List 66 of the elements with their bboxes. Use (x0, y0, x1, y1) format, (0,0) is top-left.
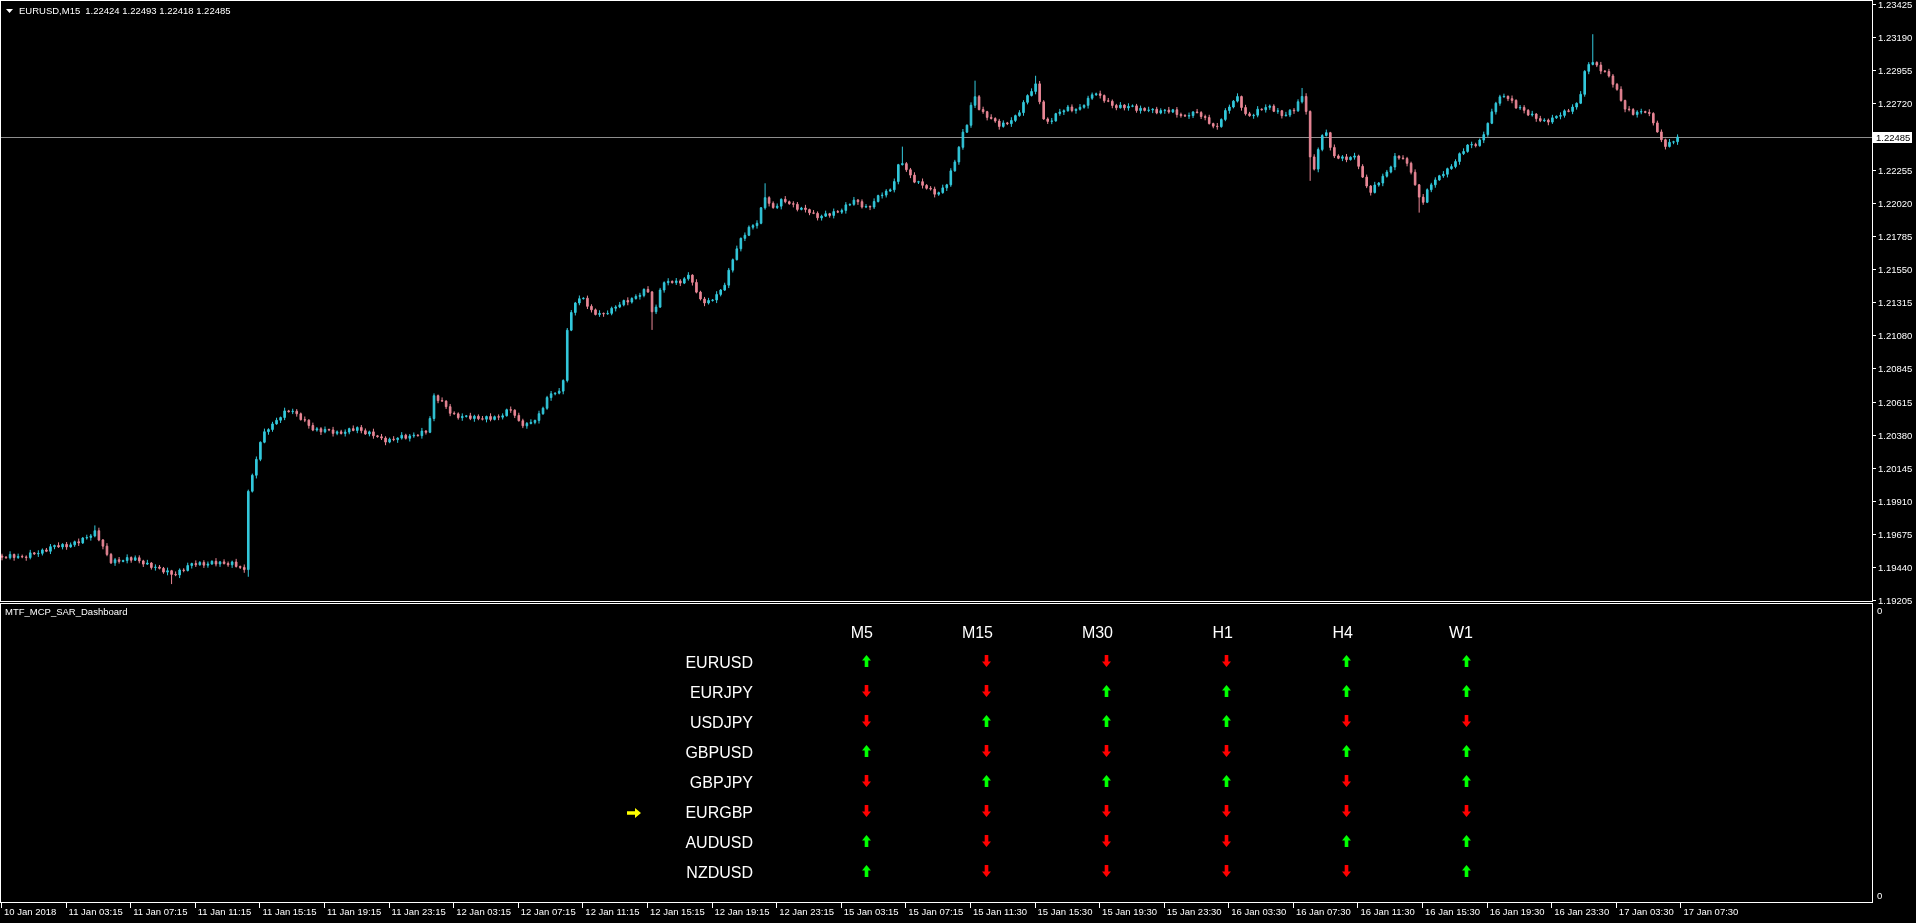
time-axis-label: 11 Jan 19:15 (326, 906, 382, 917)
time-axis-label: 17 Jan 03:30 (1618, 906, 1674, 917)
time-axis-label: 17 Jan 07:30 (1683, 906, 1739, 917)
price-axis-label: 1.20845 (1878, 363, 1913, 375)
current-price-label: 1.22485 (1873, 131, 1913, 143)
symbol-label: EURGBP (685, 804, 753, 822)
price-axis-label: 1.20380 (1878, 429, 1913, 441)
time-axis-label: 11 Jan 11:15 (197, 906, 252, 917)
price-axis-label: 1.22720 (1878, 98, 1913, 110)
price-axis-label: 1.22255 (1878, 164, 1913, 176)
caret-icon[interactable] (6, 8, 13, 13)
indicator-title: MTF_MCP_SAR_Dashboard (4, 606, 128, 618)
symbol-label: NZDUSD (686, 864, 753, 882)
timeframe-header: H4 (1332, 624, 1353, 642)
time-axis-label: 15 Jan 23:30 (1166, 906, 1222, 917)
time-axis-label: 15 Jan 07:15 (908, 906, 964, 917)
price-axis-label: 1.20615 (1878, 396, 1913, 408)
time-axis-label: 16 Jan 03:30 (1231, 906, 1287, 917)
time-axis-label: 16 Jan 11:30 (1360, 906, 1415, 917)
price-axis-label: 1.21315 (1878, 297, 1913, 309)
time-axis-label: 10 Jan 2018 (4, 906, 57, 917)
time-axis-label: 12 Jan 11:15 (585, 906, 640, 917)
time-axis-label: 12 Jan 23:15 (779, 906, 835, 917)
time-axis-label: 11 Jan 23:15 (391, 906, 446, 917)
price-axis-label: 1.20145 (1878, 462, 1913, 474)
price-axis-label: 1.22020 (1878, 197, 1913, 209)
time-axis-label: 12 Jan 15:15 (649, 906, 705, 917)
indicator-axis-label: 0 (1877, 605, 1883, 616)
time-axis-label: 15 Jan 15:30 (1037, 906, 1093, 917)
price-axis-label: 1.23425 (1878, 0, 1913, 10)
timeframe-header: M30 (1081, 624, 1113, 642)
timeframe-header: M5 (850, 624, 873, 642)
price-axis-label: 1.19910 (1878, 495, 1913, 507)
timeframe-header: M15 (961, 624, 993, 642)
time-axis-label: 16 Jan 19:30 (1489, 906, 1545, 917)
time-axis-label: 12 Jan 19:15 (714, 906, 770, 917)
time-axis-label: 16 Jan 15:30 (1425, 906, 1480, 917)
symbol-label: GBPUSD (685, 744, 753, 762)
price-axis-label: 1.23190 (1878, 32, 1913, 44)
time-axis-label: 15 Jan 19:30 (1102, 906, 1158, 917)
price-axis-label: 1.21080 (1878, 330, 1913, 342)
price-axis-label: 1.19675 (1878, 529, 1913, 540)
price-axis-label: 1.19440 (1878, 562, 1913, 574)
symbol-label: GBPJPY (689, 774, 753, 792)
time-axis-label: 15 Jan 11:30 (972, 906, 1028, 917)
symbol-label: EURUSD (685, 654, 753, 672)
time-axis-label: 11 Jan 15:15 (262, 906, 317, 917)
time-axis-label: 12 Jan 03:15 (456, 906, 512, 917)
time-axis-label: 15 Jan 03:15 (843, 906, 899, 917)
symbol-label: USDJPY (689, 714, 753, 732)
time-axis-label: 11 Jan 07:15 (133, 906, 188, 917)
price-axis-label: 1.21785 (1878, 230, 1913, 242)
price-axis-label: 1.22955 (1878, 65, 1913, 77)
symbol-label: EURJPY (689, 684, 753, 702)
time-axis-label: 11 Jan 03:15 (68, 906, 123, 917)
time-axis-label: 16 Jan 07:30 (1295, 906, 1351, 917)
timeframe-header: W1 (1449, 624, 1473, 642)
price-axis-label: 1.19205 (1878, 595, 1913, 607)
timeframe-header: H1 (1212, 624, 1233, 642)
chart-quote: 1.22424 1.22493 1.22418 1.22485 (85, 5, 231, 16)
price-axis-label: 1.21550 (1878, 264, 1913, 275)
time-axis-label: 12 Jan 07:15 (520, 906, 576, 917)
indicator-axis-label: 0 (1877, 890, 1883, 901)
chart-symbol: EURUSD,M15 (19, 5, 81, 16)
symbol-label: AUDUSD (685, 834, 753, 852)
time-axis-label: 16 Jan 23:30 (1554, 906, 1610, 917)
